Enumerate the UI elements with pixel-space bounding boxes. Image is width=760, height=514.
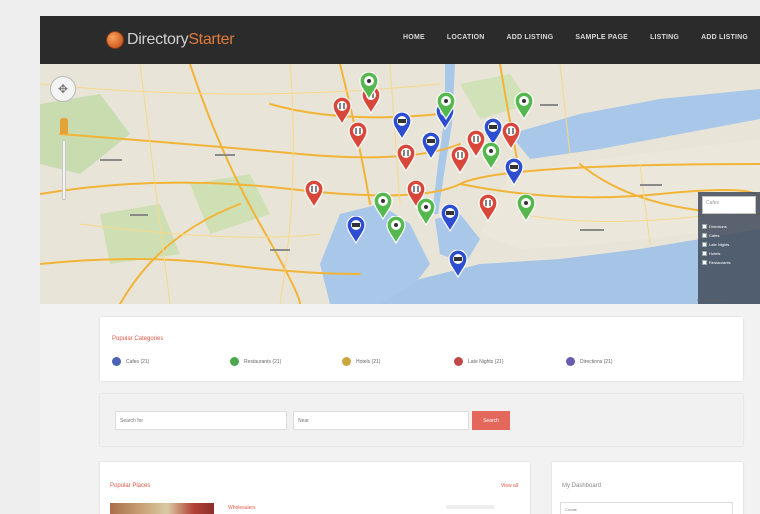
page-frame: DirectoryStarter HOME LOCATION ADD LISTI…	[40, 16, 760, 514]
filter-label: Restaurants	[709, 260, 731, 265]
map-pin-hotel[interactable]	[416, 198, 436, 226]
map-zoom-slider[interactable]	[62, 140, 66, 200]
map-pin-restaurant[interactable]	[501, 122, 521, 150]
main-nav: HOME LOCATION ADD LISTING SAMPLE PAGE LI…	[403, 34, 748, 41]
filter-checkbox[interactable]	[702, 251, 707, 256]
category-item-cafes[interactable]: Cafes (21)	[112, 357, 149, 366]
map-pin-hotel[interactable]	[481, 142, 501, 170]
dashboard-select[interactable]: Create	[560, 502, 733, 514]
map-pin-cafe-large[interactable]	[421, 132, 441, 160]
map-credit: Map data ©2013 Google	[697, 298, 730, 302]
dashboard-title: My Dashboard	[562, 483, 602, 489]
nav-add-listing-2[interactable]: ADD LISTING	[701, 34, 748, 41]
filter-item[interactable]: Late Nights	[702, 242, 756, 247]
nav-sample-page[interactable]: SAMPLE PAGE	[575, 34, 628, 41]
map-filter-list: Directions Cafes Late Nights Hotels Rest…	[702, 224, 756, 265]
my-dashboard-card: My Dashboard Create	[552, 462, 743, 514]
search-button[interactable]: Search	[472, 411, 510, 430]
filter-checkbox[interactable]	[702, 233, 707, 238]
keyword-search-input[interactable]: Search for	[115, 411, 287, 430]
filter-item[interactable]: Directions	[702, 224, 756, 229]
map-pin-cafe[interactable]	[440, 204, 460, 232]
map-pin-hotel[interactable]	[514, 92, 534, 120]
filter-item[interactable]: Restaurants	[702, 260, 756, 265]
popular-places-title: Popular Places	[110, 483, 151, 489]
nav-location[interactable]: LOCATION	[447, 34, 485, 41]
popular-categories-card: Popular Categories Cafes (21) Restaurant…	[100, 317, 743, 381]
nav-add-listing[interactable]: ADD LISTING	[507, 34, 554, 41]
filter-checkbox[interactable]	[702, 242, 707, 247]
filter-checkbox[interactable]	[702, 224, 707, 229]
categories-title: Popular Categories	[112, 336, 164, 342]
nav-listing[interactable]: LISTING	[650, 34, 679, 41]
filter-item[interactable]: Hotels	[702, 251, 756, 256]
map-filter-panel: Cafes Directions Cafes Late Nights Hotel…	[698, 192, 760, 304]
street-view-pegman-icon[interactable]	[60, 118, 68, 134]
category-label: Hotels (21)	[356, 358, 381, 365]
filter-label: Hotels	[709, 251, 721, 256]
map-pin-cafe[interactable]	[448, 250, 468, 278]
map-pin-restaurant[interactable]	[304, 180, 324, 208]
category-item-restaurants[interactable]: Restaurants (21)	[230, 357, 281, 366]
location-search-input[interactable]: Near	[293, 411, 469, 430]
place-meta	[446, 505, 494, 509]
category-label: Cafes (21)	[126, 358, 150, 365]
map-pin-cafe[interactable]	[346, 216, 366, 244]
map-base	[40, 64, 760, 304]
map-pin-cafe[interactable]	[504, 158, 524, 186]
filter-label: Directions	[709, 224, 727, 229]
map-pin-hotel[interactable]	[359, 72, 379, 100]
filter-label: Cafes	[709, 233, 720, 238]
map-pan-control[interactable]: ✥	[50, 76, 76, 102]
map-pin-restaurant[interactable]	[348, 122, 368, 150]
directions-icon	[566, 357, 575, 366]
map-pin-hotel[interactable]	[386, 216, 406, 244]
category-item-directions[interactable]: Directions (21)	[566, 357, 613, 366]
popular-places-card: Popular Places View all Wholesalers	[100, 462, 530, 514]
logo-text: DirectoryStarter	[127, 31, 235, 49]
filter-label: Late Nights	[709, 242, 730, 247]
filter-item[interactable]: Cafes	[702, 233, 756, 238]
logo-accent: Starter	[188, 31, 235, 48]
logo-main: Directory	[127, 31, 189, 48]
category-label: Late Nights (21)	[468, 358, 504, 365]
map-pin-hotel[interactable]	[516, 194, 536, 222]
listings-map[interactable]: ✥ Cafes Directions Cafes Late Nights Hot…	[40, 64, 760, 304]
category-label: Restaurants (21)	[244, 358, 282, 365]
place-thumbnail[interactable]	[110, 503, 214, 514]
late-night-icon	[454, 357, 463, 366]
map-pin-restaurant[interactable]	[478, 194, 498, 222]
map-pin-hotel[interactable]	[436, 92, 456, 120]
pan-arrows-icon: ✥	[57, 82, 69, 96]
filter-checkbox[interactable]	[702, 260, 707, 265]
cafe-icon	[112, 357, 121, 366]
search-bar-card: Search for Near Search	[100, 394, 743, 446]
category-item-hotels[interactable]: Hotels (21)	[342, 357, 380, 366]
logo-globe-icon	[106, 31, 124, 49]
map-pin-restaurant[interactable]	[396, 144, 416, 172]
site-header: DirectoryStarter HOME LOCATION ADD LISTI…	[40, 16, 760, 64]
restaurant-icon	[230, 357, 239, 366]
nav-home[interactable]: HOME	[403, 34, 425, 41]
place-name-link[interactable]: Wholesalers	[228, 505, 256, 511]
site-logo[interactable]: DirectoryStarter	[106, 31, 235, 49]
map-filter-input[interactable]: Cafes	[702, 196, 756, 214]
category-item-late-nights[interactable]: Late Nights (21)	[454, 357, 504, 366]
hotel-icon	[342, 357, 351, 366]
map-pin-cafe[interactable]	[392, 112, 412, 140]
map-pin-restaurant[interactable]	[332, 97, 352, 125]
category-label: Directions (21)	[580, 358, 613, 365]
view-all-link[interactable]: View all	[501, 483, 518, 489]
